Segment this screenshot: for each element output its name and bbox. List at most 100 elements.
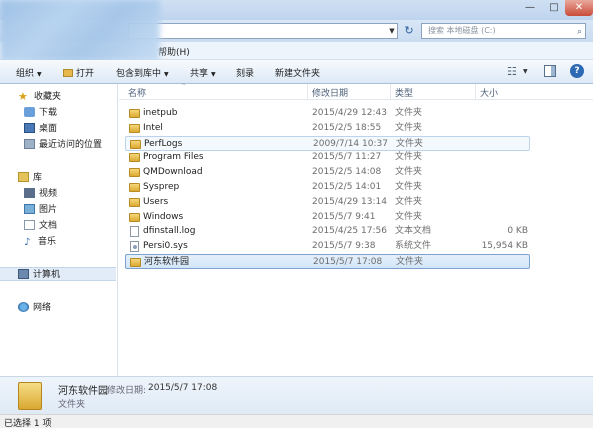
chevron-down-icon: ▼ bbox=[164, 71, 169, 78]
chevron-down-icon: ▼ bbox=[37, 71, 42, 78]
organize-button[interactable]: 组织 ▼ bbox=[16, 66, 42, 79]
computer-icon bbox=[18, 269, 29, 279]
library-icon bbox=[18, 172, 29, 182]
file-date: 2015/2/5 14:01 bbox=[312, 182, 382, 192]
view-options-icon[interactable]: ☷ bbox=[507, 65, 517, 78]
file-row[interactable]: Users 2015/4/29 13:14 文件夹 bbox=[125, 195, 530, 210]
close-button[interactable]: ✕ bbox=[565, 0, 593, 16]
nav-music[interactable]: ♪ 音乐 bbox=[24, 235, 56, 249]
image-icon bbox=[24, 204, 35, 214]
file-name: Users bbox=[143, 196, 169, 207]
folder-icon bbox=[129, 123, 140, 133]
file-date: 2015/5/7 11:27 bbox=[312, 152, 382, 163]
nav-desktop[interactable]: 桌面 bbox=[24, 122, 57, 136]
file-type: 文件夹 bbox=[395, 152, 423, 163]
minimize-button[interactable]: — bbox=[518, 0, 542, 16]
folder-icon bbox=[129, 212, 140, 222]
file-date: 2009/7/14 10:37 bbox=[313, 138, 388, 149]
file-row[interactable]: 河东软件园 2015/5/7 17:08 文件夹 bbox=[125, 254, 530, 269]
column-type[interactable]: 类型 bbox=[395, 86, 413, 99]
new-folder-button[interactable]: 新建文件夹 bbox=[275, 66, 320, 79]
file-row[interactable]: inetpub 2015/4/29 12:43 文件夹 bbox=[125, 106, 530, 121]
column-divider[interactable] bbox=[475, 84, 476, 100]
nav-downloads[interactable]: 下载 bbox=[24, 106, 57, 120]
open-button[interactable]: 打开 bbox=[63, 66, 94, 79]
refresh-icon[interactable]: ↻ bbox=[401, 23, 417, 39]
file-list-pane: ^ 名称 修改日期 类型 大小 inetpub 2015/4/29 12:43 文件… bbox=[119, 83, 593, 376]
file-row[interactable]: Persi0.sys 2015/5/7 9:38 系统文件 15,954 KB bbox=[125, 239, 530, 254]
nav-libraries[interactable]: 库 bbox=[18, 171, 42, 185]
column-divider[interactable] bbox=[390, 84, 391, 100]
sort-arrow-icon: ^ bbox=[181, 83, 187, 90]
details-modified-value: 2015/5/7 17:08 bbox=[148, 383, 218, 393]
file-row[interactable]: Program Files 2015/5/7 11:27 文件夹 bbox=[125, 150, 530, 165]
search-input[interactable]: 搜索 本地磁盘 (C:) ⌕ bbox=[421, 23, 586, 39]
file-type: 文件夹 bbox=[395, 108, 423, 118]
file-row[interactable]: Intel 2015/2/5 18:55 文件夹 bbox=[125, 121, 530, 136]
music-icon: ♪ bbox=[24, 237, 31, 248]
folder-icon bbox=[129, 168, 140, 178]
share-button[interactable]: 共享 ▼ bbox=[190, 66, 216, 79]
navigation-pane: ★ 收藏夹 下载 桌面 最近访问的位置 库 视频 图片 文档 ♪ 音乐 计算机 网络 bbox=[0, 84, 118, 376]
folder-open-icon bbox=[63, 69, 73, 77]
folder-icon bbox=[130, 139, 141, 149]
file-row[interactable]: PerfLogs 2009/7/14 10:37 文件夹 bbox=[125, 135, 530, 151]
nav-network[interactable]: 网络 bbox=[18, 301, 51, 315]
file-name: dfinstall.log bbox=[143, 226, 196, 237]
column-size[interactable]: 大小 bbox=[480, 86, 498, 99]
folder-icon bbox=[129, 197, 140, 207]
address-bar[interactable] bbox=[128, 23, 398, 39]
status-bar: 已选择 1 项 bbox=[0, 414, 593, 428]
column-date[interactable]: 修改日期 bbox=[312, 86, 348, 99]
file-name: Sysprep bbox=[143, 182, 180, 192]
file-name: Intel bbox=[143, 122, 163, 133]
nav-documents[interactable]: 文档 bbox=[24, 219, 57, 233]
file-row[interactable]: Sysprep 2015/2/5 14:01 文件夹 bbox=[125, 180, 530, 195]
column-name[interactable]: 名称 bbox=[128, 86, 146, 99]
folder-icon bbox=[129, 153, 140, 163]
search-icon[interactable]: ⌕ bbox=[577, 25, 582, 39]
file-size: 0 KB bbox=[507, 226, 528, 237]
file-date: 2015/2/5 14:08 bbox=[312, 167, 382, 178]
system-file-icon bbox=[130, 241, 139, 253]
nav-favorites[interactable]: ★ 收藏夹 bbox=[18, 90, 61, 104]
file-name: inetpub bbox=[143, 108, 178, 118]
file-row[interactable]: Windows 2015/5/7 9:41 文件夹 bbox=[125, 210, 530, 225]
blurred-region bbox=[0, 0, 160, 62]
help-icon[interactable]: ? bbox=[570, 64, 584, 78]
nav-recent-places[interactable]: 最近访问的位置 bbox=[24, 138, 102, 152]
download-icon bbox=[24, 107, 35, 117]
include-in-library-button[interactable]: 包含到库中 ▼ bbox=[116, 66, 169, 79]
star-icon: ★ bbox=[18, 90, 28, 103]
menu-help[interactable]: 帮助(H) bbox=[158, 45, 190, 58]
address-dropdown-icon[interactable]: ▼ bbox=[386, 23, 398, 39]
recent-places-icon bbox=[24, 139, 35, 149]
nav-pictures[interactable]: 图片 bbox=[24, 203, 57, 217]
desktop-icon bbox=[24, 123, 35, 133]
nav-computer[interactable]: 计算机 bbox=[0, 267, 116, 281]
column-divider[interactable] bbox=[307, 84, 308, 100]
file-date: 2015/4/29 12:43 bbox=[312, 108, 387, 118]
maximize-button[interactable]: □ bbox=[542, 0, 566, 16]
file-type: 文件夹 bbox=[395, 182, 423, 192]
preview-pane-icon[interactable] bbox=[544, 65, 556, 77]
file-name: QMDownload bbox=[143, 167, 203, 178]
details-type: 文件夹 bbox=[58, 400, 86, 410]
file-name: Persi0.sys bbox=[143, 241, 188, 252]
file-type: 文件夹 bbox=[395, 167, 423, 178]
file-row[interactable]: dfinstall.log 2015/4/25 17:56 文本文档 0 KB bbox=[125, 224, 530, 239]
details-pane: 河东软件园 修改日期: 2015/5/7 17:08 文件夹 bbox=[0, 376, 593, 414]
folder-icon bbox=[129, 183, 140, 192]
burn-button[interactable]: 刻录 bbox=[236, 66, 254, 79]
nav-videos[interactable]: 视频 bbox=[24, 187, 57, 201]
status-text: 已选择 1 项 bbox=[4, 419, 52, 428]
file-type: 文件夹 bbox=[395, 211, 423, 222]
file-type: 文件夹 bbox=[396, 257, 424, 267]
file-row[interactable]: QMDownload 2015/2/5 14:08 文件夹 bbox=[125, 165, 530, 180]
document-icon bbox=[24, 220, 35, 230]
file-type: 文件夹 bbox=[395, 122, 423, 133]
view-dropdown-icon[interactable]: ▼ bbox=[523, 68, 528, 75]
file-name: PerfLogs bbox=[144, 138, 183, 149]
file-name: Program Files bbox=[143, 152, 204, 163]
text-file-icon bbox=[130, 226, 139, 238]
